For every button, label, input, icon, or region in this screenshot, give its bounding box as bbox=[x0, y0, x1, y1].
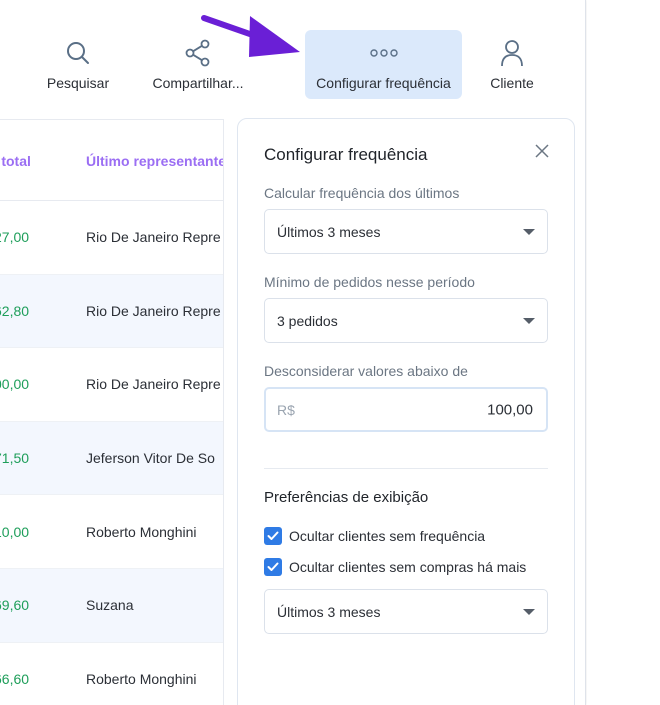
table-row[interactable]: 00,00 Rio De Janeiro Repre bbox=[0, 348, 223, 422]
table-row[interactable]: 71,50 Jeferson Vitor De So bbox=[0, 421, 223, 496]
cell-total: 66,60 bbox=[0, 670, 30, 687]
cell-representative: Jeferson Vitor De So bbox=[86, 450, 215, 467]
configure-frequency-label: Configurar frequência bbox=[316, 75, 451, 91]
app-window: Pesquisar Compartilhar... Configurar fre… bbox=[0, 0, 586, 705]
display-preferences-title: Preferências de exibição bbox=[264, 489, 429, 506]
cell-total: 62,80 bbox=[0, 302, 30, 319]
min-orders-label: Mínimo de pedidos nesse período bbox=[264, 274, 475, 290]
ignore-values-input[interactable]: R$ 100,00 bbox=[264, 387, 548, 432]
hide-no-purchases-label: Ocultar clientes sem compras há mais bbox=[289, 559, 527, 575]
configure-frequency-button[interactable]: Configurar frequência bbox=[305, 30, 462, 99]
cell-representative: Rio De Janeiro Repre bbox=[86, 302, 221, 319]
min-orders-value: 3 pedidos bbox=[277, 312, 338, 329]
no-purchases-period-value: Últimos 3 meses bbox=[277, 603, 381, 620]
checkbox-checked-icon[interactable] bbox=[264, 558, 282, 576]
hide-no-frequency-checkbox[interactable]: Ocultar clientes sem frequência bbox=[264, 525, 554, 547]
ignore-values-amount: 100,00 bbox=[487, 401, 533, 418]
cell-representative: Rio De Janeiro Repre bbox=[86, 376, 221, 393]
calc-frequency-value: Últimos 3 meses bbox=[277, 223, 381, 240]
cell-total: 69,60 bbox=[0, 597, 30, 614]
divider bbox=[264, 468, 548, 469]
cell-representative: Roberto Monghini bbox=[86, 523, 197, 540]
cell-representative: Roberto Monghini bbox=[86, 670, 197, 687]
share-button-label: Compartilhar... bbox=[152, 75, 244, 91]
table-row[interactable]: 27,00 Rio De Janeiro Repre bbox=[0, 201, 223, 275]
close-icon[interactable] bbox=[534, 143, 550, 159]
background-area bbox=[587, 0, 660, 705]
checkbox-checked-icon[interactable] bbox=[264, 527, 282, 545]
cell-total: 27,00 bbox=[0, 229, 30, 246]
no-purchases-period-select[interactable]: Últimos 3 meses bbox=[264, 589, 548, 634]
cell-total: 71,50 bbox=[0, 450, 30, 467]
min-orders-select[interactable]: 3 pedidos bbox=[264, 298, 548, 343]
panel-title: Configurar frequência bbox=[264, 145, 428, 164]
chevron-down-icon bbox=[523, 609, 535, 615]
cell-representative: Rio De Janeiro Repre bbox=[86, 229, 221, 246]
configure-frequency-panel: Configurar frequência Calcular frequênci… bbox=[237, 118, 575, 705]
search-icon bbox=[65, 39, 91, 67]
table-row[interactable]: 66,60 Roberto Monghini bbox=[0, 643, 223, 705]
cell-total: 00,00 bbox=[0, 376, 30, 393]
table-row[interactable]: 69,60 Suzana bbox=[0, 568, 223, 643]
annotation-arrow-icon bbox=[201, 15, 300, 57]
calc-frequency-select[interactable]: Últimos 3 meses bbox=[264, 209, 548, 254]
column-header-last-representative[interactable]: Último representante bbox=[86, 153, 223, 169]
cell-total: 10,00 bbox=[0, 523, 30, 540]
table-row[interactable]: 10,00 Roberto Monghini bbox=[0, 495, 223, 569]
table-row[interactable]: 62,80 Rio De Janeiro Repre bbox=[0, 274, 223, 349]
clients-table: r total Último representante 27,00 Rio D… bbox=[0, 119, 224, 705]
client-button-label: Cliente bbox=[490, 75, 534, 91]
hide-no-purchases-checkbox[interactable]: Ocultar clientes sem compras há mais bbox=[264, 556, 554, 578]
client-button[interactable]: Cliente bbox=[478, 30, 546, 99]
search-button[interactable]: Pesquisar bbox=[38, 30, 118, 99]
search-button-label: Pesquisar bbox=[46, 75, 110, 91]
currency-prefix: R$ bbox=[277, 401, 295, 418]
ignore-values-label: Desconsiderar valores abaixo de bbox=[264, 363, 468, 379]
hide-no-frequency-label: Ocultar clientes sem frequência bbox=[289, 528, 486, 544]
cell-representative: Suzana bbox=[86, 597, 134, 614]
chevron-down-icon bbox=[523, 318, 535, 324]
chevron-down-icon bbox=[523, 229, 535, 235]
column-header-total[interactable]: r total bbox=[0, 153, 31, 169]
more-dots-icon bbox=[369, 39, 398, 67]
table-header: r total Último representante bbox=[0, 120, 223, 201]
user-icon bbox=[500, 39, 524, 67]
calc-frequency-label: Calcular frequência dos últimos bbox=[264, 185, 460, 201]
